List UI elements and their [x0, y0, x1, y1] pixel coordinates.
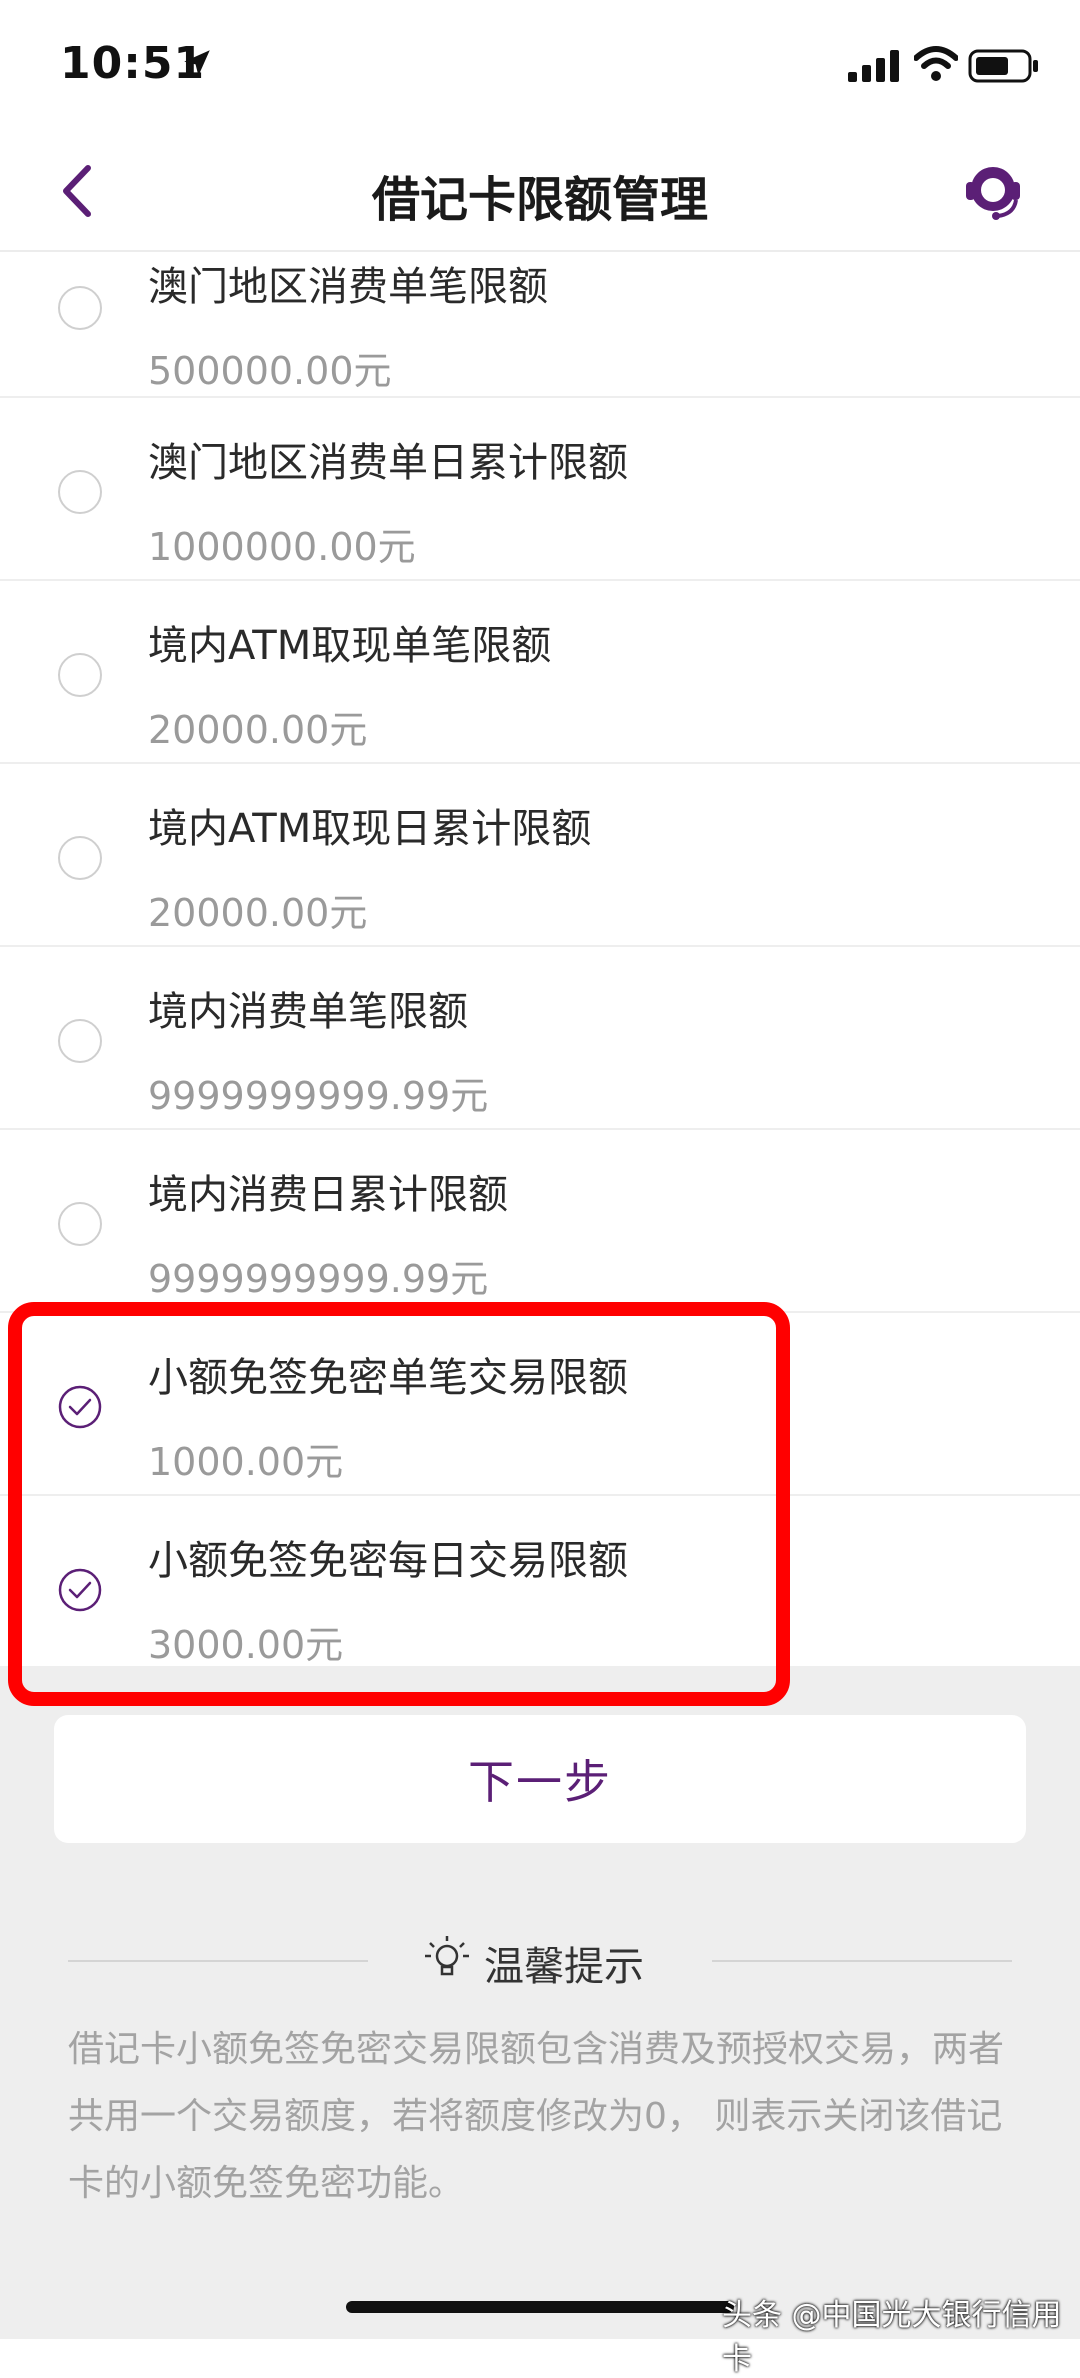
- battery-icon: [968, 49, 1038, 83]
- limit-row-domestic-daily[interactable]: 境内消费日累计限额 9999999999.99元: [0, 1130, 1080, 1313]
- limit-label: 境内ATM取现日累计限额: [148, 806, 592, 852]
- limit-row-quickpay-daily[interactable]: 小额免签免密每日交易限额 3000.00元: [0, 1496, 1080, 1677]
- radio-unchecked-icon[interactable]: [58, 470, 102, 514]
- limit-row-macau-single[interactable]: 澳门地区消费单笔限额 500000.00元: [0, 252, 1080, 398]
- limit-label: 小额免签免密单笔交易限额: [148, 1355, 628, 1401]
- limit-row-domestic-single[interactable]: 境内消费单笔限额 9999999999.99元: [0, 947, 1080, 1130]
- radio-unchecked-icon[interactable]: [58, 1202, 102, 1246]
- radio-unchecked-icon[interactable]: [58, 836, 102, 880]
- limit-value: 20000.00元: [148, 891, 368, 935]
- limit-value: 3000.00元: [148, 1623, 344, 1667]
- limit-list: 澳门地区消费单笔限额 500000.00元 澳门地区消费单日累计限额 10000…: [0, 252, 1080, 1677]
- radio-unchecked-icon[interactable]: [58, 286, 102, 330]
- limit-value: 500000.00元: [148, 349, 392, 393]
- wifi-icon: [914, 46, 958, 81]
- limit-row-atm-single[interactable]: 境内ATM取现单笔限额 20000.00元: [0, 581, 1080, 764]
- limit-row-macau-daily[interactable]: 澳门地区消费单日累计限额 1000000.00元: [0, 398, 1080, 581]
- limit-label: 境内消费日累计限额: [148, 1172, 508, 1218]
- limit-label: 澳门地区消费单日累计限额: [148, 440, 628, 486]
- bottom-panel: 下一步 温馨提示 借记卡小额免签免密交易限额包含消费及预授权交易，两者共用一个交…: [0, 1666, 1080, 2339]
- status-bar: 10:51: [0, 0, 1080, 130]
- divider: [712, 1960, 1012, 1962]
- cellular-signal-icon: [848, 50, 899, 82]
- radio-checked-icon[interactable]: [58, 1568, 102, 1612]
- home-indicator[interactable]: [346, 2301, 734, 2313]
- radio-checked-icon[interactable]: [58, 1385, 102, 1429]
- limit-value: 20000.00元: [148, 708, 368, 752]
- limit-label: 境内ATM取现单笔限额: [148, 623, 552, 669]
- divider: [68, 1960, 368, 1962]
- next-step-button[interactable]: 下一步: [54, 1715, 1026, 1843]
- limit-label: 澳门地区消费单笔限额: [148, 264, 548, 310]
- limit-value: 9999999999.99元: [148, 1074, 489, 1118]
- customer-service-icon[interactable]: [958, 156, 1028, 226]
- page-title: 借记卡限额管理: [371, 172, 708, 228]
- limit-row-quickpay-single[interactable]: 小额免签免密单笔交易限额 1000.00元: [0, 1313, 1080, 1496]
- location-arrow-icon: [184, 50, 210, 76]
- limit-value: 9999999999.99元: [148, 1257, 489, 1301]
- limit-label: 境内消费单笔限额: [148, 989, 468, 1035]
- limit-row-atm-daily[interactable]: 境内ATM取现日累计限额 20000.00元: [0, 764, 1080, 947]
- tips-title: 温馨提示: [484, 1944, 644, 1990]
- radio-unchecked-icon[interactable]: [58, 1019, 102, 1063]
- radio-unchecked-icon[interactable]: [58, 653, 102, 697]
- watermark-text: 头条 @中国光大银行信用卡: [722, 2298, 1062, 2377]
- tips-text: 借记卡小额免签免密交易限额包含消费及预授权交易，两者共用一个交易额度，若将额度修…: [68, 2029, 1005, 2204]
- limit-label: 小额免签免密每日交易限额: [148, 1538, 628, 1584]
- lightbulb-icon: [425, 1936, 469, 1976]
- limit-value: 1000000.00元: [148, 525, 416, 569]
- navigation-bar: 借记卡限额管理: [0, 130, 1080, 252]
- limit-value: 1000.00元: [148, 1440, 344, 1484]
